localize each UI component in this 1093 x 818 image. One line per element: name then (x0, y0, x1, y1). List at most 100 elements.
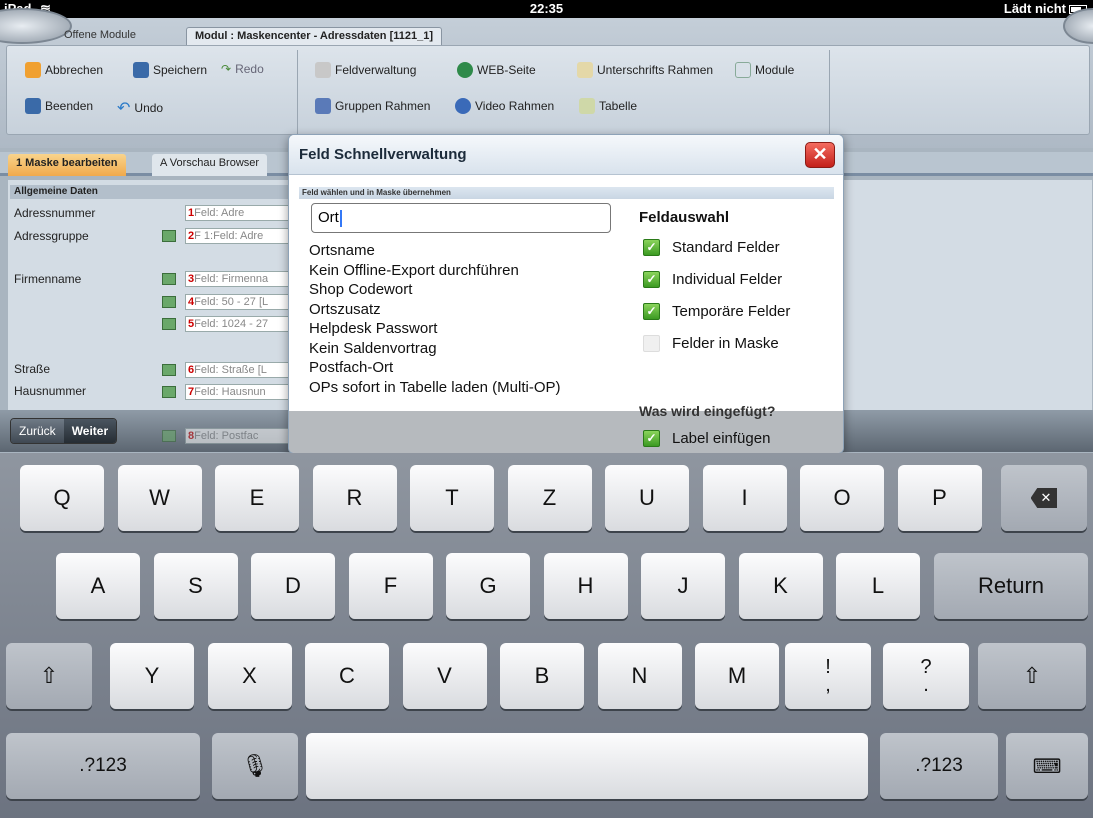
key-f[interactable]: F (348, 553, 433, 619)
checkbox-checked[interactable]: ✓ (643, 239, 660, 256)
list-item[interactable]: Ortsname (309, 241, 619, 261)
key-p[interactable]: P (897, 465, 982, 531)
key-h[interactable]: H (543, 553, 628, 619)
backspace-key[interactable]: ✕ (1001, 465, 1087, 531)
modules-button[interactable]: Module (735, 62, 794, 78)
field-slot[interactable]: 7Feld: Hausnun (185, 384, 295, 400)
save-icon (133, 62, 149, 78)
field-icon[interactable] (162, 318, 176, 330)
key-m[interactable]: M (695, 643, 779, 709)
key-w[interactable]: W (117, 465, 202, 531)
key-r[interactable]: R (312, 465, 397, 531)
field-management-button[interactable]: Feldverwaltung (315, 62, 416, 78)
option-insert-label[interactable]: ✓ Label einfügen (643, 430, 770, 447)
option-fields-in-mask[interactable]: Felder in Maske (643, 335, 779, 352)
key-question[interactable]: ? . (883, 643, 969, 709)
field-slot[interactable]: 5Feld: 1024 - 27 (185, 316, 295, 332)
option-temporary-fields[interactable]: ✓ Temporäre Felder (643, 303, 790, 320)
key-s[interactable]: S (153, 553, 238, 619)
field-icon[interactable] (162, 296, 176, 308)
key-l[interactable]: L (836, 553, 920, 619)
key-j[interactable]: J (641, 553, 725, 619)
key-b[interactable]: B (500, 643, 584, 709)
key-n[interactable]: N (597, 643, 682, 709)
list-item[interactable]: OPs sofort in Tabelle laden (Multi-OP) (309, 378, 619, 398)
space-key[interactable] (306, 733, 868, 799)
tab-active-module[interactable]: Modul : Maskencenter - Adressdaten [1121… (186, 27, 443, 45)
undo-label: Undo (134, 101, 164, 115)
list-item[interactable]: Kein Saldenvortrag (309, 339, 619, 359)
field-icon[interactable] (162, 430, 176, 442)
field-icon[interactable] (162, 273, 176, 285)
key-i[interactable]: I (702, 465, 787, 531)
undo-button[interactable]: ↶ Undo (117, 98, 163, 118)
field-slot[interactable]: 2F 1:Feld: Adre (185, 228, 295, 244)
dictation-key[interactable]: 🎙 (212, 733, 298, 799)
numbers-key-left[interactable]: .?123 (6, 733, 200, 799)
field-slot[interactable]: 4Feld: 50 - 27 [L (185, 294, 295, 310)
redo-button[interactable]: ↷ Redo (221, 62, 264, 76)
quit-button[interactable]: Beenden (25, 98, 93, 114)
list-item[interactable]: Ortszusatz (309, 300, 619, 320)
save-button[interactable]: Speichern (133, 62, 207, 78)
list-item[interactable]: Kein Offline-Export durchführen (309, 261, 619, 281)
field-icon[interactable] (162, 386, 176, 398)
key-t[interactable]: T (410, 465, 494, 531)
video-frame-button[interactable]: Video Rahmen (455, 98, 554, 114)
shift-key-left[interactable]: ⇧ (6, 643, 92, 709)
back-button[interactable]: Zurück (11, 419, 64, 443)
list-item[interactable]: Helpdesk Passwort (309, 319, 619, 339)
key-o[interactable]: O (800, 465, 884, 531)
signature-frame-button[interactable]: Unterschrifts Rahmen (577, 62, 713, 78)
key-k[interactable]: K (738, 553, 823, 619)
table-button[interactable]: Tabelle (579, 98, 637, 114)
key-q[interactable]: Q (20, 465, 104, 531)
key-exclamation[interactable]: ! , (785, 643, 871, 709)
key-v[interactable]: V (402, 643, 487, 709)
key-a[interactable]: A (56, 553, 140, 619)
checkbox-checked[interactable]: ✓ (643, 303, 660, 320)
next-button[interactable]: Weiter (63, 419, 117, 443)
key-x[interactable]: X (207, 643, 292, 709)
key-z[interactable]: Z (507, 465, 592, 531)
cancel-button[interactable]: Abbrechen (25, 62, 103, 78)
option-individual-fields[interactable]: ✓ Individual Felder (643, 271, 782, 288)
field-slot[interactable]: 8Feld: Postfac (185, 428, 295, 444)
group-frame-button[interactable]: Gruppen Rahmen (315, 98, 430, 114)
key-y[interactable]: Y (110, 643, 194, 709)
field-icon[interactable] (162, 364, 176, 376)
key-e[interactable]: E (215, 465, 299, 531)
checkbox-checked[interactable]: ✓ (643, 430, 660, 447)
field-search-input[interactable]: Ort (311, 203, 611, 233)
tab-edit-mask[interactable]: 1 Maske bearbeiten (8, 154, 126, 176)
field-text: Feld: Straße [L (194, 364, 267, 376)
field-text: Feld: Firmenna (194, 273, 269, 285)
field-icon[interactable] (162, 230, 176, 242)
key-u[interactable]: U (605, 465, 689, 531)
key-c[interactable]: C (305, 643, 389, 709)
list-item[interactable]: Postfach-Ort (309, 358, 619, 378)
hide-keyboard-key[interactable]: ⌨ (1006, 733, 1088, 799)
list-item[interactable]: Shop Codewort (309, 280, 619, 300)
field-text: Feld: 1024 - 27 (194, 318, 269, 330)
status-bar: iPad ≋ 22:35 Lädt nicht (0, 0, 1093, 18)
field-slot[interactable]: 6Feld: Straße [L (185, 362, 295, 378)
quick-field-dialog: Feld Schnellverwaltung ✕ Feld wählen und… (288, 134, 844, 454)
field-slot[interactable]: 3Feld: Firmenna (185, 271, 295, 287)
signature-icon (577, 62, 593, 78)
key-g[interactable]: G (446, 553, 530, 619)
search-value: Ort (318, 209, 339, 226)
option-standard-fields[interactable]: ✓ Standard Felder (643, 239, 780, 256)
tab-preview-browser[interactable]: A Vorschau Browser (152, 154, 268, 176)
web-page-button[interactable]: WEB-Seite (457, 62, 536, 78)
checkbox-unchecked[interactable] (643, 335, 660, 352)
field-slot[interactable]: 1Feld: Adre (185, 205, 295, 221)
checkbox-checked[interactable]: ✓ (643, 271, 660, 288)
close-icon[interactable]: ✕ (805, 142, 835, 168)
video-frame-label: Video Rahmen (475, 99, 555, 113)
numbers-key-right[interactable]: .?123 (880, 733, 998, 799)
return-key[interactable]: Return (934, 553, 1088, 619)
key-d[interactable]: D (251, 553, 335, 619)
shift-key-right[interactable]: ⇧ (978, 643, 1086, 709)
tab-open-modules[interactable]: Offene Module (64, 29, 136, 41)
